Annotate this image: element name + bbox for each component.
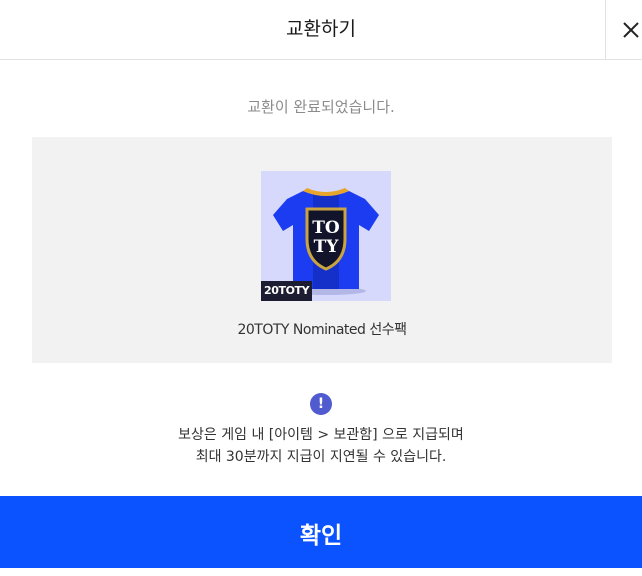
- exchange-complete-message: 교환이 완료되었습니다.: [247, 98, 395, 116]
- notice-line-1: 보상은 게임 내 [아이템 > 보관함] 으로 지급되며: [178, 427, 464, 443]
- reward-tag: 20TOTY: [261, 281, 313, 301]
- notice-text: 보상은 게임 내 [아이템 > 보관함] 으로 지급되며 최대 30분까지 지급…: [0, 424, 642, 468]
- notice-line-2: 최대 30분까지 지급이 지연될 수 있습니다.: [195, 449, 447, 465]
- svg-text:TY: TY: [314, 237, 340, 257]
- info-icon: !: [310, 393, 332, 415]
- close-icon[interactable]: [622, 21, 640, 39]
- reward-thumbnail: TO TY 20TOTY: [261, 171, 391, 301]
- svg-text:TO: TO: [312, 218, 340, 238]
- close-button[interactable]: [605, 0, 642, 60]
- modal-header: 교환하기: [0, 0, 642, 60]
- modal-title: 교환하기: [286, 18, 356, 40]
- confirm-button[interactable]: 확인: [0, 496, 642, 568]
- reward-card: TO TY 20TOTY 20TOTY Nominated 선수팩: [32, 137, 612, 363]
- reward-name: 20TOTY Nominated 선수팩: [237, 322, 407, 338]
